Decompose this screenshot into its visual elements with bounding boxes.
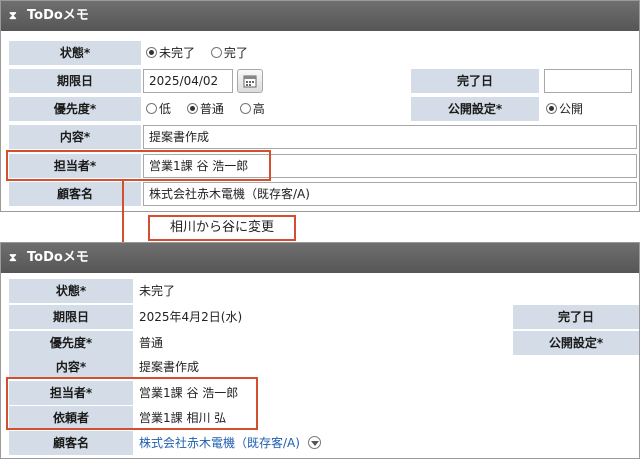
panel-title: ToDoメモ — [27, 250, 89, 265]
priority-value: 普通 — [139, 336, 164, 350]
status-label: 状態* — [9, 279, 133, 303]
priority-label: 優先度* — [9, 97, 141, 121]
content-input[interactable]: 提案書作成 — [143, 125, 637, 149]
status-label: 状態* — [9, 41, 141, 65]
priority-radio-group: 低 普通 高 — [146, 97, 277, 121]
status-option-complete[interactable]: 完了 — [210, 46, 248, 60]
customer-link[interactable]: 株式会社赤木電機（既存客/A) — [139, 436, 300, 450]
assignee-highlight-box — [6, 150, 271, 181]
completed-date-label: 完了日 — [513, 305, 639, 329]
panel-title-bar[interactable]: ⧗ ToDoメモ — [1, 1, 639, 31]
completed-date-input[interactable] — [544, 69, 632, 93]
priority-option-high[interactable]: 高 — [239, 102, 265, 116]
visibility-radio-group: 公開 — [546, 97, 639, 121]
visibility-label: 公開設定* — [411, 97, 539, 121]
customer-row: 株式会社赤木電機（既存客/A) — [139, 431, 321, 455]
due-date-label: 期限日 — [9, 305, 133, 329]
priority-option-low[interactable]: 低 — [146, 102, 171, 116]
priority-option-normal[interactable]: 普通 — [186, 102, 224, 116]
status-option-incomplete[interactable]: 未完了 — [146, 46, 195, 60]
customer-input[interactable]: 株式会社赤木電機（既存客/A) — [143, 182, 637, 206]
collapse-icon[interactable]: ⧗ — [9, 243, 21, 273]
radio-checked-icon[interactable] — [146, 47, 157, 58]
content-label: 内容* — [9, 355, 133, 379]
status-radio-group: 未完了 完了 — [146, 41, 260, 65]
visibility-label: 公開設定* — [513, 331, 639, 355]
dropdown-icon[interactable] — [307, 436, 321, 449]
panel-title-bar[interactable]: ⧗ ToDoメモ — [1, 243, 639, 273]
content-value: 提案書作成 — [139, 360, 200, 374]
radio-unchecked-icon[interactable] — [146, 103, 157, 114]
panel-title: ToDoメモ — [27, 8, 89, 23]
radio-checked-icon[interactable] — [546, 103, 557, 114]
visibility-option-public[interactable]: 公開 — [546, 102, 583, 116]
completed-date-label: 完了日 — [411, 69, 539, 93]
status-value: 未完了 — [139, 284, 176, 298]
collapse-icon[interactable]: ⧗ — [9, 1, 21, 31]
priority-label: 優先度* — [9, 331, 133, 355]
due-date-input[interactable]: 2025/04/02 — [143, 69, 233, 93]
due-date-value: 2025年4月2日(水) — [139, 310, 243, 324]
assignee-requester-highlight-box — [6, 377, 258, 430]
change-note-callout: 相川から谷に変更 — [148, 215, 296, 241]
radio-unchecked-icon[interactable] — [210, 47, 222, 58]
content-label: 内容* — [9, 125, 141, 149]
radio-unchecked-icon[interactable] — [239, 103, 251, 114]
radio-checked-icon[interactable] — [186, 103, 198, 114]
customer-label: 顧客名 — [9, 431, 133, 455]
calendar-icon — [243, 75, 257, 88]
calendar-button[interactable] — [237, 69, 263, 93]
due-date-label: 期限日 — [9, 69, 141, 93]
